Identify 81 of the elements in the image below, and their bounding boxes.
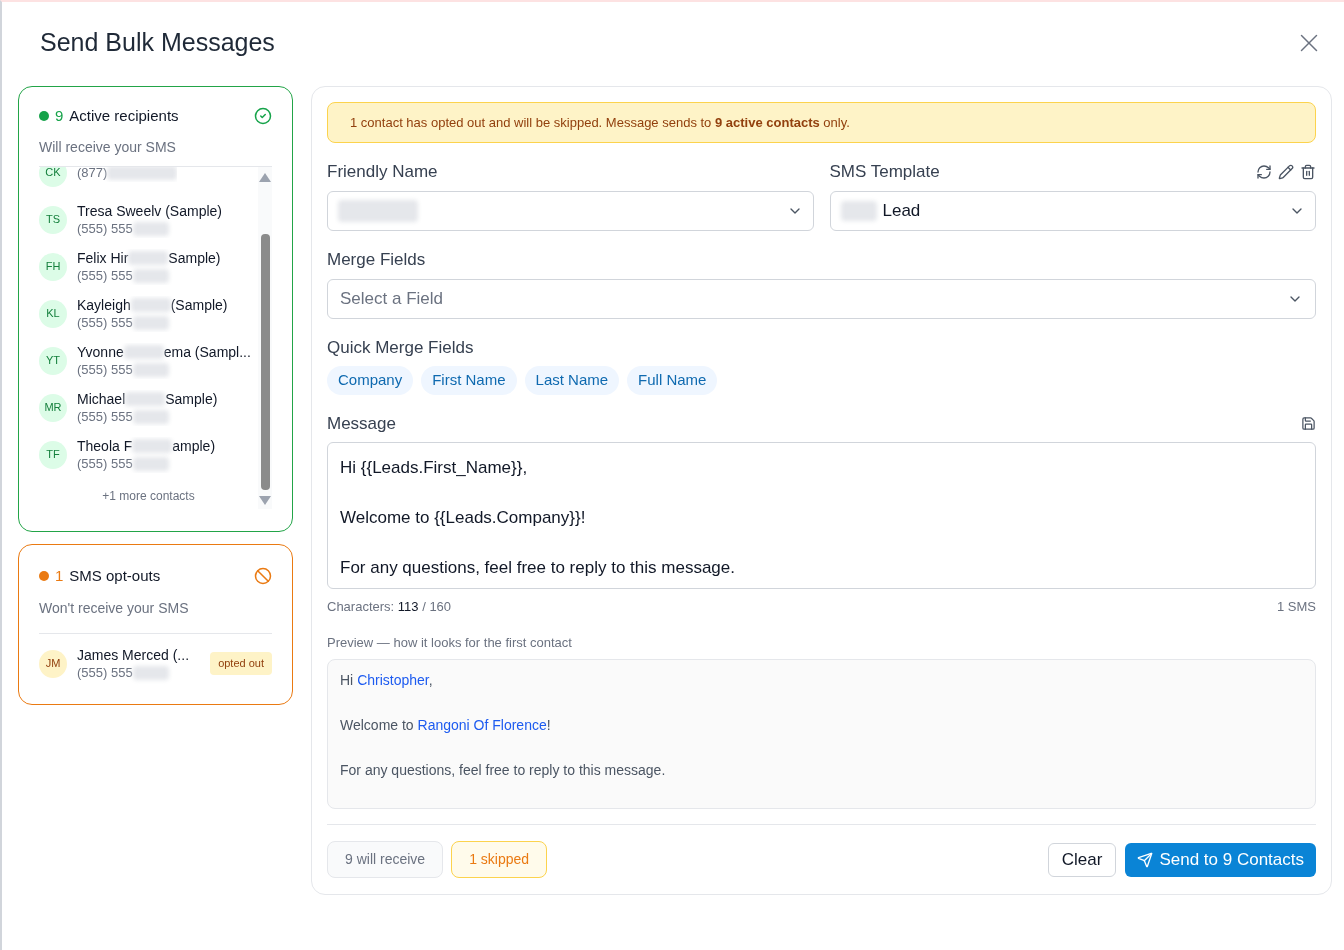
optouts-subtitle: Won't receive your SMS [39, 597, 272, 634]
contact-name: James Merced (... [77, 645, 191, 664]
contact-name: Sample) [168, 248, 221, 267]
avatar: KL [39, 299, 67, 328]
clear-button[interactable]: Clear [1047, 842, 1117, 877]
receive-count-badge: 9 will receive [327, 841, 444, 878]
redacted-text [132, 438, 173, 453]
optouts-heading: SMS opt-outs [69, 566, 161, 586]
preview-line: For any questions, feel free to reply to this message. [340, 761, 667, 780]
dialog-title: Send Bulk Messages [40, 27, 275, 58]
avatar: TS [39, 205, 67, 234]
redacted-text [132, 221, 169, 236]
save-icon[interactable] [1301, 415, 1316, 431]
edit-icon[interactable] [1278, 164, 1294, 180]
optouts-count: 1 [55, 566, 64, 586]
field-label: SMS Template [829, 161, 940, 184]
character-count: Characters: 113 / 160 [327, 598, 452, 616]
avatar: FH [39, 252, 67, 281]
contact-phone: (555) 555 [77, 360, 133, 379]
redacted-text [128, 250, 169, 265]
contact-name: ample) [172, 436, 216, 455]
contact-phone: (555) 555 [77, 454, 133, 473]
contact-name: Felix Hir [77, 248, 129, 267]
field-label: Message [327, 412, 396, 435]
contact-name: ema (Sampl... [163, 342, 251, 361]
redacted-text [132, 268, 169, 283]
send-icon [1137, 851, 1154, 868]
avatar: MR [39, 393, 67, 422]
redacted-text [132, 456, 169, 471]
more-contacts: +1 more contacts [102, 488, 195, 505]
check-circle-icon [254, 106, 272, 125]
contact-name: (Sample) [170, 295, 228, 314]
avatar: CK [39, 167, 67, 187]
recipients-heading: Active recipients [69, 105, 179, 126]
sms-template-select[interactable]: Lead [829, 191, 1316, 231]
contact-name: Michael [77, 389, 126, 408]
field-label: Friendly Name [327, 161, 439, 183]
opt-out-notice: 1 contact has opted out and will be skipped. Message sends to 9 active contacts only. [327, 101, 1316, 143]
contact-name: Yvonne [77, 342, 124, 361]
contact-name: Theola F [77, 436, 133, 455]
redacted-text [132, 665, 169, 680]
redacted-text [130, 297, 171, 312]
recipients-count: 9 [55, 105, 64, 126]
message-textarea[interactable]: Hi {{Leads.First_Name}}, Welcome to {{Leads.Company}}! For any questions, feel free to reply to this message. [327, 442, 1316, 589]
field-label: Merge Fields [327, 249, 427, 271]
redacted-text [132, 362, 169, 377]
skipped-count-badge: 1 skipped [451, 841, 548, 878]
preview-label: Preview — how it looks for the first contact [327, 633, 573, 652]
opted-out-badge: opted out [210, 652, 272, 675]
redacted-text [132, 315, 169, 330]
contact-phone: (555) 555 [77, 663, 133, 682]
redacted-text [840, 201, 877, 221]
contact-phone: (555) 555 [77, 219, 133, 238]
redacted-text [107, 167, 178, 180]
redacted-text [123, 344, 164, 359]
contact-phone: (555) 555 [77, 313, 133, 332]
delete-icon[interactable] [1300, 164, 1316, 180]
sms-count: 1 SMS [1277, 598, 1316, 616]
contact-phone: (555) 555 [77, 266, 133, 285]
contact-name: Sample) [165, 389, 218, 408]
merge-field-select[interactable]: Select a Field [327, 278, 1316, 319]
field-label: Quick Merge Fields [327, 336, 475, 359]
avatar: TF [39, 440, 67, 469]
contact-phone: (555) 555 [77, 407, 133, 426]
preview-line: Welcome to Rangoni Of Florence! [340, 716, 552, 735]
avatar: JM [39, 649, 67, 678]
send-button[interactable]: Send to 9 Contacts [1125, 842, 1316, 877]
merge-field-chip[interactable]: First Name [421, 366, 517, 395]
merge-field-chip[interactable]: Last Name [524, 366, 620, 395]
refresh-icon[interactable] [1256, 164, 1272, 180]
contact-phone: (877) [77, 167, 108, 182]
merge-field-chip[interactable]: Full Name [627, 366, 718, 395]
preview-line: Hi Christopher, [340, 671, 434, 690]
merge-field-chip[interactable]: Company [327, 366, 414, 395]
avatar: YT [39, 346, 67, 375]
scrollbar-thumb[interactable] [260, 234, 270, 490]
redacted-text [132, 409, 169, 424]
contact-name: Kayleigh [77, 295, 131, 314]
redacted-text [125, 391, 166, 406]
contact-name: Tresa Sweelv (Sample) [77, 201, 222, 220]
blocked-icon [254, 567, 272, 586]
